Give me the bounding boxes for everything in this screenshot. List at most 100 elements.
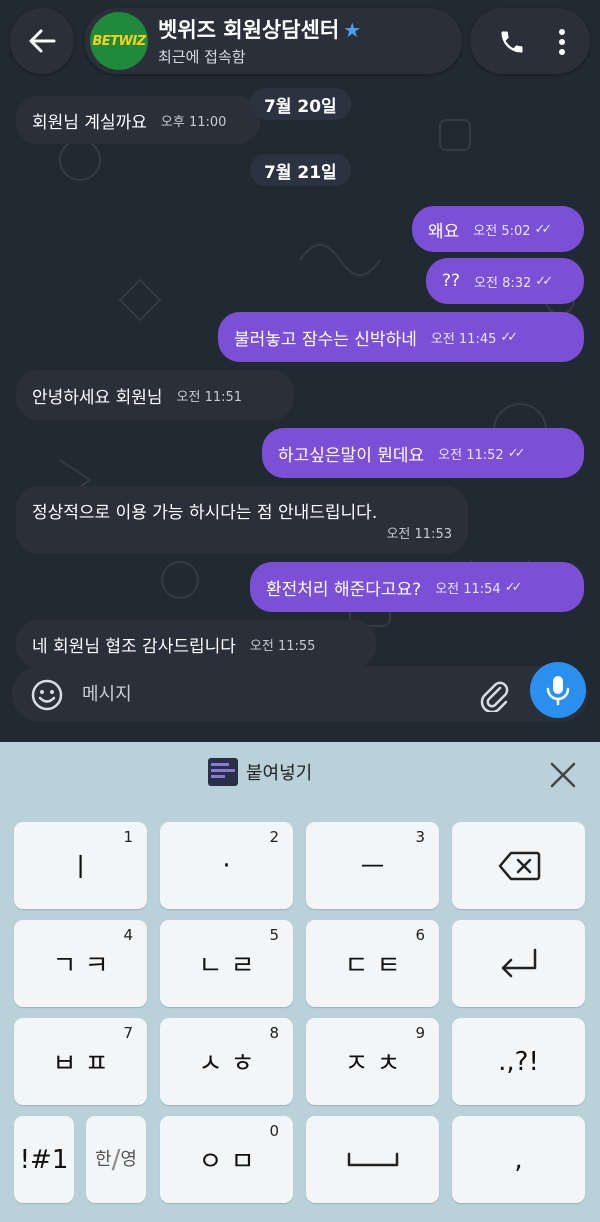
enter-key[interactable] xyxy=(452,920,585,1007)
avatar-text: BETWIZ xyxy=(92,33,146,49)
close-icon[interactable] xyxy=(548,760,578,790)
key-label: !#1 xyxy=(19,1144,69,1175)
key-number: 0 xyxy=(269,1122,279,1140)
key-eu[interactable]: ㅡ3 xyxy=(306,822,439,909)
key-label: , xyxy=(514,1144,523,1175)
avatar[interactable]: BETWIZ xyxy=(90,12,148,70)
keyboard-toolbar: 붙여넣기 xyxy=(0,742,600,806)
back-button[interactable] xyxy=(10,8,74,74)
voice-record-button[interactable] xyxy=(530,662,586,718)
key-bieup-pieup[interactable]: ㅂ ㅍ 7 xyxy=(14,1018,147,1105)
language-switch-key[interactable]: 한 / 영 xyxy=(86,1116,146,1203)
read-check-icon: ✓✓ xyxy=(507,445,526,461)
key-label: ㄴ ㄹ xyxy=(198,951,255,981)
back-arrow-icon xyxy=(29,29,56,53)
backspace-key[interactable] xyxy=(452,822,585,909)
backspace-icon xyxy=(498,851,540,880)
paste-button[interactable]: 붙여넣기 xyxy=(208,758,312,786)
key-number: 3 xyxy=(415,828,425,846)
message-bubble-incoming[interactable]: 회원님 계실까요 오후 11:00 xyxy=(16,96,260,144)
chat-title-area[interactable]: BETWIZ 벳위즈 회원상담센터 ★ 최근에 접속함 xyxy=(84,8,462,74)
message-text: 회원님 계실까요 xyxy=(32,112,147,133)
key-jieut-chieut[interactable]: ㅈ ㅊ 9 xyxy=(306,1018,439,1105)
attach-icon[interactable] xyxy=(478,678,510,712)
read-check-icon: ✓✓ xyxy=(535,273,553,289)
message-time: 오후 11:00 xyxy=(160,114,227,130)
key-label: ㄱ ㅋ xyxy=(52,951,109,981)
message-text: ?? xyxy=(442,271,461,291)
key-label: .,?! xyxy=(498,1046,539,1077)
key-number: 4 xyxy=(123,926,133,944)
symbols-key[interactable]: !#1 xyxy=(14,1116,74,1203)
date-separator: 7월 21일 xyxy=(250,154,351,186)
read-check-icon: ✓✓ xyxy=(534,221,553,237)
key-label-bottom: 영 xyxy=(120,1148,137,1170)
key-ieung-mieum[interactable]: ㅇ ㅁ 0 xyxy=(160,1116,293,1203)
key-label: ㅣ xyxy=(68,853,93,883)
punctuation-key[interactable]: .,?! xyxy=(452,1018,585,1105)
header-actions xyxy=(470,8,590,74)
more-vertical-icon[interactable] xyxy=(558,28,566,56)
message-time: 오전 11:55 xyxy=(249,638,316,654)
message-bubble-outgoing[interactable]: 불러놓고 잠수는 신박하네 오전 11:45 ✓✓ xyxy=(218,312,584,362)
message-bubble-incoming[interactable]: 네 회원님 협조 감사드립니다 오전 11:55 xyxy=(16,620,376,668)
message-bubble-incoming[interactable]: 정상적으로 이용 가능 하시다는 점 안내드립니다. 오전 11:53 xyxy=(16,486,468,554)
message-time: 오전 5:02 xyxy=(473,223,531,239)
message-bubble-outgoing[interactable]: 왜요 오전 5:02 ✓✓ xyxy=(412,206,584,252)
chat-area: BETWIZ 벳위즈 회원상담센터 ★ 최근에 접속함 회원님 계실까요 오후 11… xyxy=(0,0,600,742)
space-key[interactable] xyxy=(306,1116,439,1203)
read-check-icon: ✓✓ xyxy=(504,579,523,595)
message-bubble-outgoing[interactable]: 환전처리 해준다고요? 오전 11:54 ✓✓ xyxy=(250,562,584,612)
key-i[interactable]: ㅣ1 xyxy=(14,822,147,909)
enter-icon xyxy=(501,948,536,977)
date-separator: 7월 20일 xyxy=(250,88,351,120)
key-number: 8 xyxy=(269,1024,279,1042)
message-bubble-incoming[interactable]: 안녕하세요 회원님 오전 11:51 xyxy=(16,370,294,420)
key-digeut-tieut[interactable]: ㄷ ㅌ 6 xyxy=(306,920,439,1007)
message-time: 오전 11:53 xyxy=(386,527,452,542)
message-time: 오전 11:52 xyxy=(438,447,504,463)
message-time: 오전 11:51 xyxy=(176,389,243,405)
phone-icon[interactable] xyxy=(498,28,526,56)
key-nieun-rieul[interactable]: ㄴ ㄹ 5 xyxy=(160,920,293,1007)
read-check-icon: ✓✓ xyxy=(500,329,518,345)
message-bubble-outgoing[interactable]: 하고싶은말이 뭔데요 오전 11:52 ✓✓ xyxy=(262,428,584,478)
comma-key[interactable]: , xyxy=(452,1116,585,1203)
key-number: 7 xyxy=(123,1024,133,1042)
key-label: ㅅ ㅎ xyxy=(198,1049,255,1079)
paste-label: 붙여넣기 xyxy=(246,763,313,784)
emoji-icon[interactable] xyxy=(30,678,64,712)
space-icon xyxy=(347,1152,398,1166)
key-label: · xyxy=(222,850,231,881)
key-siot-hieut[interactable]: ㅅ ㅎ 8 xyxy=(160,1018,293,1105)
paste-icon xyxy=(208,758,238,786)
key-number: 2 xyxy=(269,828,279,846)
message-text: 불러놓고 잠수는 신박하네 xyxy=(234,329,417,350)
chat-title: 벳위즈 회원상담센터 ★ xyxy=(158,14,361,44)
message-text: 왜요 xyxy=(428,221,460,242)
key-dot[interactable]: · 2 xyxy=(160,822,293,909)
message-text: 네 회원님 협조 감사드립니다 xyxy=(32,636,236,657)
message-time: 오전 8:32 xyxy=(474,275,532,291)
message-text: 하고싶은말이 뭔데요 xyxy=(278,445,425,466)
message-input[interactable] xyxy=(82,680,462,708)
message-composer xyxy=(12,666,588,722)
message-text: 안녕하세요 회원님 xyxy=(32,387,163,408)
message-time: 오전 11:54 xyxy=(435,581,501,597)
message-text: 정상적으로 이용 가능 하시다는 점 안내드립니다. xyxy=(32,503,378,523)
star-icon: ★ xyxy=(343,18,362,42)
key-number: 1 xyxy=(123,828,133,846)
key-label: ㅂ ㅍ xyxy=(52,1049,109,1079)
message-bubble-outgoing[interactable]: ?? 오전 8:32 ✓✓ xyxy=(426,258,584,304)
key-label: ㅈ ㅊ xyxy=(344,1049,401,1079)
message-text: 환전처리 해준다고요? xyxy=(266,579,422,600)
key-giyeok-kieuk[interactable]: ㄱ ㅋ 4 xyxy=(14,920,147,1007)
chat-header: BETWIZ 벳위즈 회원상담센터 ★ 최근에 접속함 xyxy=(10,8,590,74)
key-label: ㅇ ㅁ xyxy=(198,1147,255,1177)
key-number: 5 xyxy=(269,926,279,944)
mic-icon xyxy=(546,676,570,706)
key-label-top: 한 xyxy=(95,1148,112,1170)
message-time: 오전 11:45 xyxy=(430,331,497,347)
key-label: ㄷ ㅌ xyxy=(344,951,401,981)
key-number: 9 xyxy=(415,1024,425,1042)
